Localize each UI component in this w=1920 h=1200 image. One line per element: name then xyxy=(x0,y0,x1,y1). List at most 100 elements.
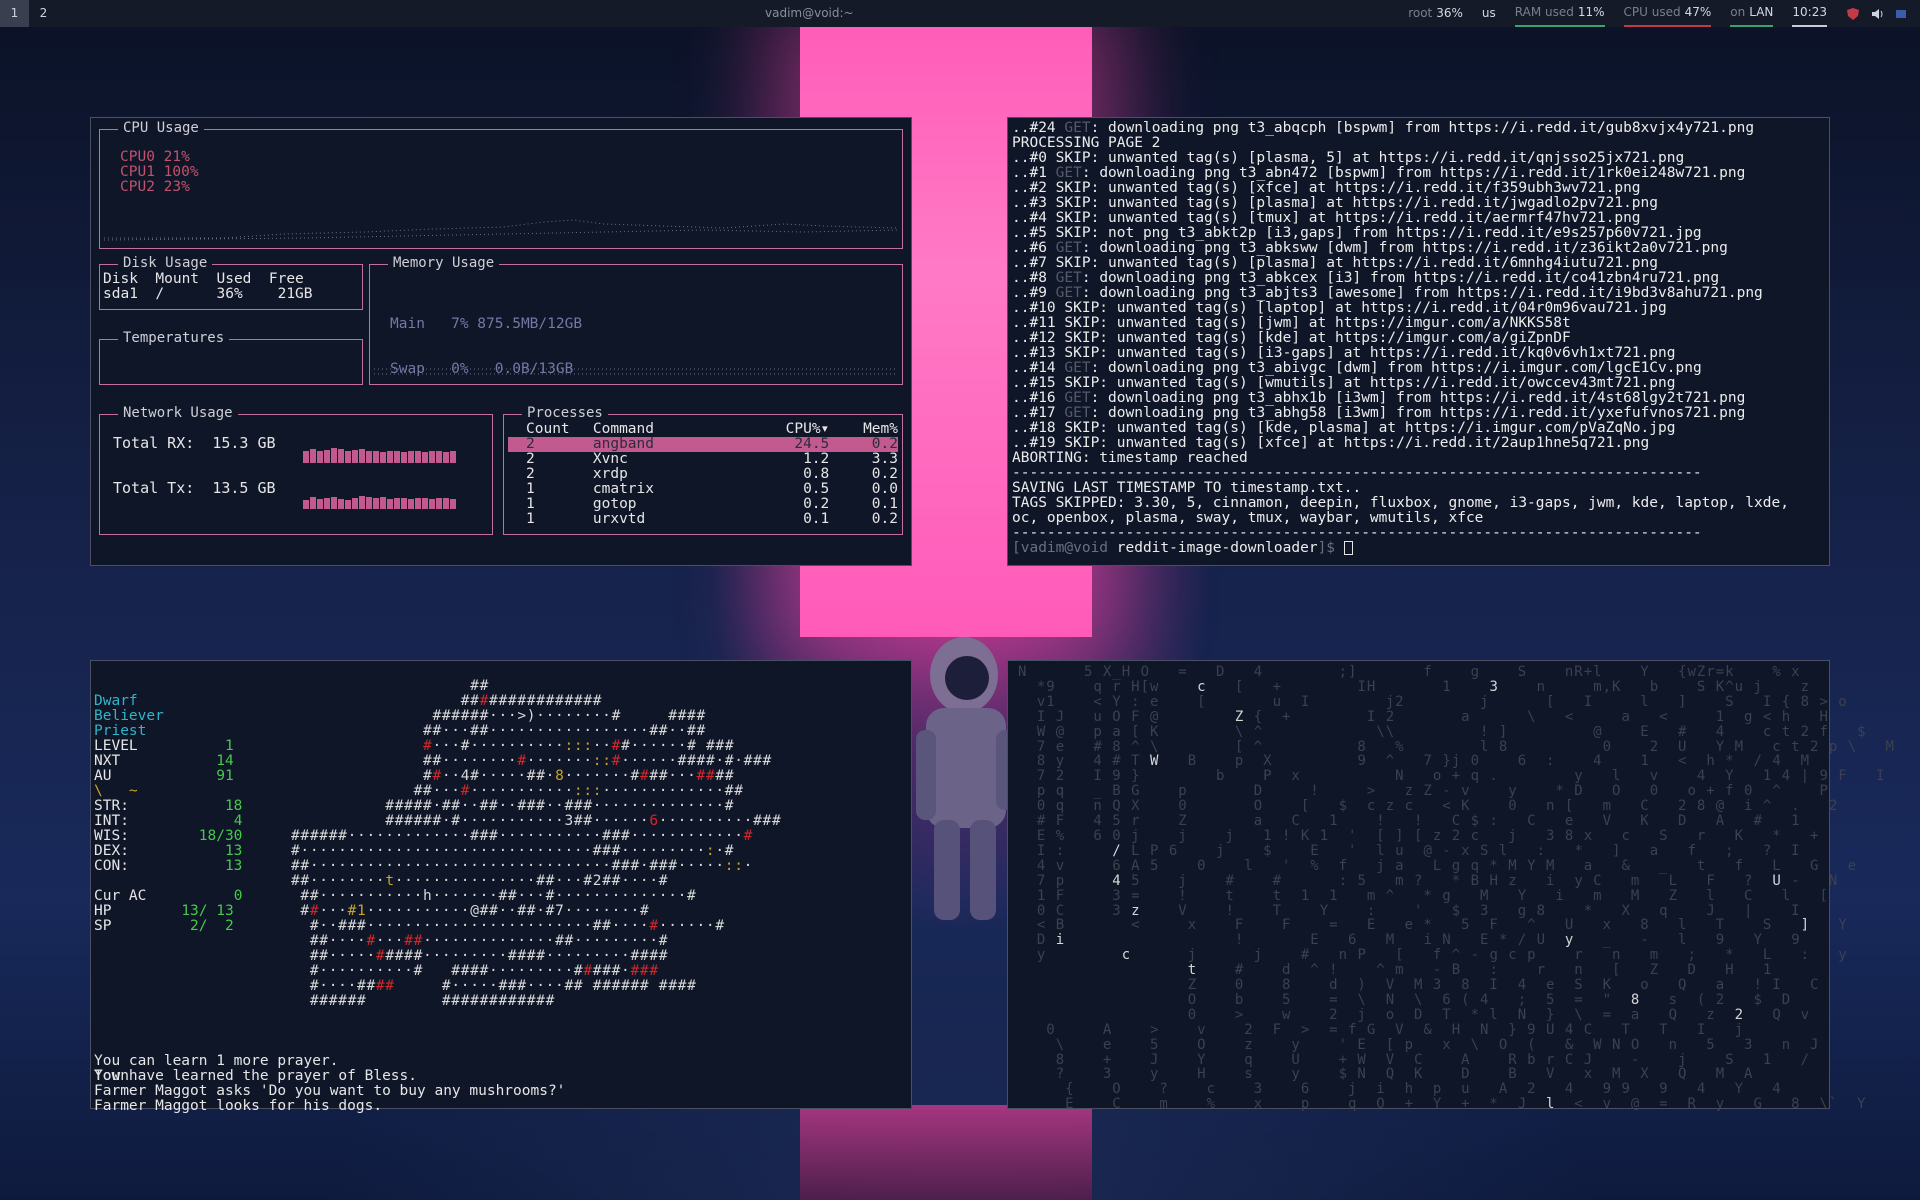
memory-usage-graph xyxy=(374,368,898,375)
text-cursor[interactable] xyxy=(1343,541,1353,555)
workspace-1-button[interactable]: 1 xyxy=(0,0,29,27)
column-count[interactable]: Count xyxy=(526,422,593,437)
ram-label: RAM used xyxy=(1514,5,1574,19)
process-count: 1 xyxy=(526,496,535,512)
notification-icon[interactable] xyxy=(1894,7,1908,21)
terminal-line-text: : downloading png t3_abhg58 [i3wm] from … xyxy=(1090,405,1746,421)
gotop-window[interactable]: CPU Usage CPU0 21% CPU1 100% CPU2 23% Di… xyxy=(90,117,912,566)
terminal-line: ..#17 GET: downloading png t3_abhg58 [i3… xyxy=(1012,406,1825,421)
terminal-line-text: SAVING LAST TIMESTAMP TO timestamp.txt.. xyxy=(1012,480,1362,496)
message-line: You have learned the prayer of Bless. xyxy=(94,1068,418,1084)
memory-usage-title: Memory Usage xyxy=(388,256,500,271)
stat-label: NXT xyxy=(94,753,121,769)
shell-prompt[interactable]: [vadim@void reddit-image-downloader]$ xyxy=(1012,541,1825,556)
column-command[interactable]: Command xyxy=(593,422,758,437)
volume-icon[interactable] xyxy=(1870,7,1884,21)
attr-dex: DEX: 13 xyxy=(94,843,242,859)
clock-label: 10:23 xyxy=(1792,5,1827,19)
terminal-line: ..#4 SKIP: unwanted tag(s) [tmux] at htt… xyxy=(1012,211,1825,226)
process-count: 2 xyxy=(526,436,535,452)
system-tray xyxy=(1846,7,1908,21)
terminal-line-text: ..#14 xyxy=(1012,360,1065,376)
http-method-label: GET xyxy=(1064,360,1091,376)
hp-value: 13/ 13 xyxy=(181,903,234,919)
http-method-label: GET xyxy=(1055,285,1082,301)
terminal-line-text: ..#17 xyxy=(1012,405,1065,421)
terminal-line-text: ----------------------------------------… xyxy=(1012,465,1702,481)
http-method-label: GET xyxy=(1055,240,1082,256)
attr-label: WIS: xyxy=(94,828,129,844)
keyboard-layout-label: us xyxy=(1481,6,1496,20)
process-command: urxvtd xyxy=(592,511,646,527)
clock[interactable]: 10:23 xyxy=(1792,0,1827,27)
terminal-line-text: ..#7 SKIP: unwanted tag(s) [plasma] at h… xyxy=(1012,255,1659,271)
process-row[interactable]: 2 xrdp 0.8 0.2 xyxy=(508,467,898,482)
http-method-label: GET xyxy=(1064,405,1091,421)
terminal-line: TAGS SKIPPED: 3.30, 5, cinnamon, deepin,… xyxy=(1012,496,1825,511)
process-cpu: 0.5 xyxy=(803,481,830,497)
sp-value: 2/ 2 xyxy=(190,918,234,934)
column-cpu[interactable]: CPU%▾ xyxy=(758,422,830,437)
stat-label: LEVEL xyxy=(94,738,138,754)
process-row[interactable]: 2 angband 24.5 0.2 xyxy=(508,437,898,452)
process-mem: 3.3 xyxy=(871,451,898,467)
stat-value: 91 xyxy=(216,768,234,784)
process-row[interactable]: 1 cmatrix 0.5 0.0 xyxy=(508,482,898,497)
terminal-line: ..#13 SKIP: unwanted tag(s) [i3-gaps] at… xyxy=(1012,346,1825,361)
terminal-line: ..#19 SKIP: unwanted tag(s) [xfce] at ht… xyxy=(1012,436,1825,451)
ac-value: 0 xyxy=(233,888,243,904)
character-title: Believer xyxy=(94,708,164,724)
spell-points: SP 2/ 2 xyxy=(94,918,234,934)
hit-points: HP 13/ 13 xyxy=(94,903,234,919)
ac-label: Cur AC xyxy=(94,888,147,904)
process-cpu: 1.2 xyxy=(803,451,830,467)
process-row[interactable]: 1 urxvtd 0.1 0.2 xyxy=(508,512,898,527)
attr-int: INT: 4 xyxy=(94,813,242,829)
terminal-line-text: oc, openbox, plasma, sway, tmux, waybar,… xyxy=(1012,510,1484,526)
process-row[interactable]: 1 gotop 0.2 0.1 xyxy=(508,497,898,512)
terminal-line: oc, openbox, plasma, sway, tmux, waybar,… xyxy=(1012,511,1825,526)
cmatrix-window[interactable]: N 5 X_H O = D 4 ;] f g S nR+l Y {wZr=k %… xyxy=(1007,660,1894,1112)
terminal-line-text: ..#8 xyxy=(1012,270,1056,286)
terminal-window[interactable]: ..#24 GET: downloading png t3_abqcph [bs… xyxy=(1007,117,1830,566)
workspace-2-button[interactable]: 2 xyxy=(29,0,58,27)
angband-window[interactable]: Dwarf Believer Priest LEVEL 1 NXT 14 AU … xyxy=(90,660,912,1114)
sp-label: SP xyxy=(94,918,112,934)
terminal-line: ----------------------------------------… xyxy=(1012,526,1825,541)
keyboard-layout-indicator[interactable]: us xyxy=(1482,0,1496,27)
column-mem[interactable]: Mem% xyxy=(829,422,898,437)
attr-label: INT: xyxy=(94,813,129,829)
stat-label: AU xyxy=(94,768,112,784)
terminal-line: ..#18 SKIP: unwanted tag(s) [kde, plasma… xyxy=(1012,421,1825,436)
message-log: You can learn 1 more prayer. You have le… xyxy=(94,1039,565,1114)
message-line: You can learn 1 more prayer. xyxy=(94,1053,339,1069)
terminal-line-text: ..#13 SKIP: unwanted tag(s) [i3-gaps] at… xyxy=(1012,345,1676,361)
process-command: gotop xyxy=(592,496,637,512)
shield-icon[interactable] xyxy=(1846,7,1860,21)
http-method-label: GET xyxy=(1064,390,1091,406)
terminal-line: ----------------------------------------… xyxy=(1012,466,1825,481)
process-mem: 0.0 xyxy=(871,481,898,497)
network-tx-value: 13.5 GB xyxy=(212,479,276,497)
terminal-line: ..#14 GET: downloading png t3_abivgc [dw… xyxy=(1012,361,1825,376)
cpu-usage-title: CPU Usage xyxy=(118,121,204,136)
network-value: LAN xyxy=(1749,5,1774,19)
network-rx-sparkline xyxy=(303,441,456,463)
dungeon-map: ## ############### ######···>)········# … xyxy=(291,678,782,1009)
attr-label: CON: xyxy=(94,858,129,874)
workspace-1-label: 1 xyxy=(10,6,19,20)
disk-usage-panel: Disk Usage Disk Mount Used Free sda1 / 3… xyxy=(99,256,363,310)
cpu0-reading: CPU0 21% xyxy=(120,149,190,165)
terminal-line-text: ..#1 xyxy=(1012,165,1056,181)
process-row[interactable]: 2 Xvnc 1.2 3.3 xyxy=(508,452,898,467)
network-rx-value: 15.3 GB xyxy=(212,434,276,452)
terminal-line-text: ..#12 SKIP: unwanted tag(s) [kde] at htt… xyxy=(1012,330,1571,346)
terminal-line: ..#9 GET: downloading png t3_abjts3 [awe… xyxy=(1012,286,1825,301)
network-rx-label: Total RX: xyxy=(113,434,195,452)
equipment-line: \ ~ xyxy=(94,783,138,799)
window-title: vadim@void:~ xyxy=(765,6,854,20)
temperatures-title: Temperatures xyxy=(118,331,230,346)
terminal-line-text: PROCESSING PAGE 2 xyxy=(1012,135,1161,151)
terminal-line-text: ..#10 SKIP: unwanted tag(s) [laptop] at … xyxy=(1012,300,1667,316)
network-indicator: on LAN xyxy=(1730,0,1774,27)
